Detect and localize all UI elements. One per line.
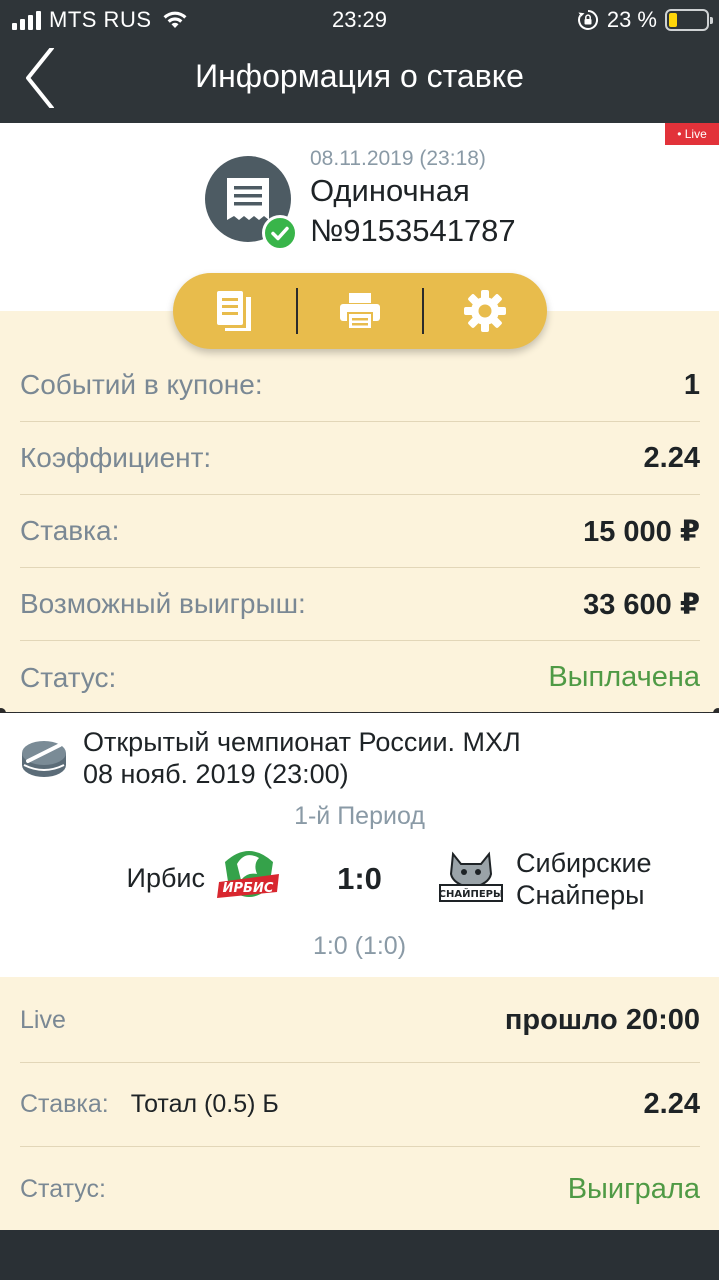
summary-row-odds: Коэффициент: 2.24 <box>20 422 700 495</box>
bet-result-status: Выиграла <box>567 1172 700 1205</box>
bet-outcome: Тотал (0.5) Б <box>130 1090 279 1118</box>
away-team-name-line1: Сибирские <box>516 848 652 878</box>
app-header: MTS RUS 23:29 23 % Информация о ставке <box>0 0 719 123</box>
orientation-lock-icon <box>577 9 598 30</box>
live-badge: • Live <box>665 123 719 145</box>
status-label: Статус: <box>20 1174 106 1203</box>
event-period: 1-й Период <box>294 802 425 830</box>
summary-label: Коэффициент: <box>20 442 212 473</box>
live-label: Live <box>20 1006 66 1034</box>
summary-value: 33 600 ₽ <box>583 588 700 621</box>
print-button[interactable] <box>298 273 421 349</box>
elapsed-time: прошло 20:00 <box>504 1004 700 1036</box>
summary-row-events: Событий в купоне: 1 <box>20 349 700 422</box>
bet-odds: 2.24 <box>643 1088 700 1120</box>
summary-value: 15 000 ₽ <box>583 515 700 548</box>
summary-value: 2.24 <box>643 441 700 474</box>
summary-row-status: Статус: Выплачена <box>20 641 700 714</box>
detail-row-bet: Ставка: Тотал (0.5) Б 2.24 <box>20 1063 700 1147</box>
bet-date: 08.11.2019 (23:18) <box>310 147 486 170</box>
bet-number: №9153541787 <box>310 213 516 248</box>
battery-percentage: 23 % <box>606 7 657 32</box>
summary-row-possible-win: Возможный выигрыш: 33 600 ₽ <box>20 568 700 641</box>
battery-icon <box>665 9 713 31</box>
gear-icon <box>464 290 507 332</box>
summary-row-stake: Ставка: 15 000 ₽ <box>20 495 700 568</box>
navigation-bar: Информация о ставке <box>0 40 719 123</box>
copy-coupon-button[interactable] <box>173 273 296 349</box>
printer-icon <box>339 293 380 330</box>
summary-label: Ставка: <box>20 515 120 546</box>
page-title: Информация о ставке <box>195 58 524 94</box>
status-value: Выплачена <box>548 661 700 693</box>
score-detail: 1:0 (1:0) <box>312 932 407 960</box>
event-card: Открытый чемпионат России. МХЛ 08 нояб. … <box>0 713 719 977</box>
action-toolbar <box>173 273 547 349</box>
bottom-bar <box>0 1230 719 1280</box>
bet-label: Ставка: <box>20 1090 109 1118</box>
status-bar: MTS RUS 23:29 23 % <box>0 0 719 40</box>
settings-button[interactable] <box>424 273 547 349</box>
tournament-name: Открытый чемпионат России. МХЛ <box>83 727 521 757</box>
event-date: 08 нояб. 2019 (23:00) <box>83 759 349 789</box>
bet-type: Одиночная <box>310 173 470 208</box>
summary-value: 1 <box>683 368 700 401</box>
away-logo-text: СНАЙПЕРЫ <box>439 887 504 900</box>
check-circle-icon <box>262 215 298 251</box>
detail-row-status: Статус: Выиграла <box>20 1147 700 1231</box>
away-team-name: Сибирские Снайперы <box>516 847 706 911</box>
summary-label: Событий в купоне: <box>20 369 263 400</box>
away-team-name-line2: Снайперы <box>516 880 645 910</box>
bet-details: Live прошло 20:00 Ставка: Тотал (0.5) Б … <box>0 977 719 1230</box>
summary-label: Статус: <box>20 661 117 693</box>
battery-level-fill <box>669 13 678 27</box>
bet-summary: Событий в купоне: 1 Коэффициент: 2.24 Ст… <box>0 273 719 718</box>
detail-row-live: Live прошло 20:00 <box>20 979 700 1063</box>
away-team-logo: СНАЙПЕРЫ <box>439 851 504 902</box>
summary-label: Возможный выигрыш: <box>20 588 306 619</box>
document-copy-icon <box>216 291 251 331</box>
hockey-puck-icon <box>22 741 66 777</box>
